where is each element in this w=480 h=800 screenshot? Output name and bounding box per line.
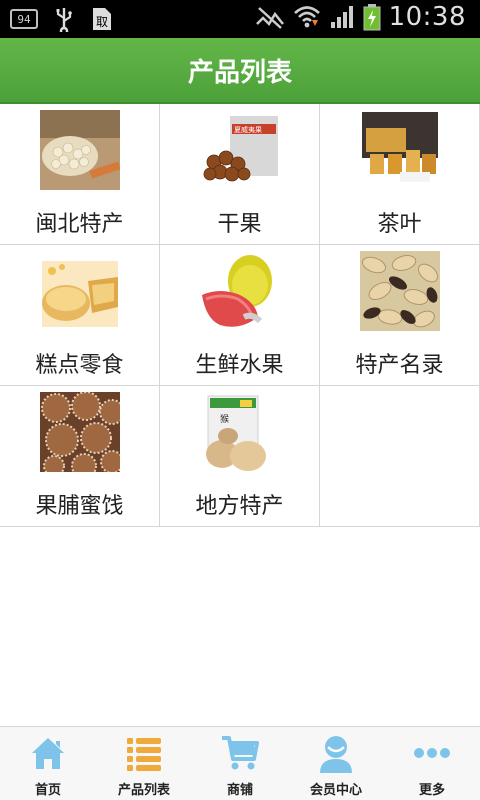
nav-item-product-list[interactable]: 产品列表 <box>96 727 192 800</box>
product-label: 干果 <box>217 212 262 237</box>
bottom-nav: 首页 产品列表 商铺 会员中心 更多 <box>0 726 480 800</box>
lotus-seeds-image <box>39 110 120 190</box>
nav-item-more[interactable]: 更多 <box>384 727 480 800</box>
product-item-directory[interactable]: 特产名录 <box>320 245 480 386</box>
no-signal-icon <box>255 7 284 29</box>
nav-label: 首页 <box>34 783 61 798</box>
product-item-pastry[interactable]: 糕点零食 <box>0 245 160 386</box>
product-item-tea[interactable]: 茶叶 <box>320 104 480 245</box>
product-label: 闽北特产 <box>35 212 124 237</box>
peanuts-image <box>359 251 440 331</box>
svg-text:取: 取 <box>96 15 108 29</box>
product-label: 特产名录 <box>355 353 444 378</box>
clock: 10:38 <box>388 2 466 32</box>
product-label: 生鲜水果 <box>195 353 284 378</box>
sim-icon: 取 <box>93 8 111 30</box>
product-label: 糕点零食 <box>35 353 124 378</box>
nav-label: 商铺 <box>226 783 253 798</box>
product-label: 地方特产 <box>195 494 284 519</box>
notification-badge-icon: 94 <box>10 9 38 29</box>
product-item-fruit[interactable]: 生鲜水果 <box>160 245 320 386</box>
product-item-dried-fruit[interactable]: 果脯蜜饯 <box>0 386 160 527</box>
nav-label: 更多 <box>418 783 445 798</box>
list-icon <box>127 738 161 771</box>
title-bar: 产品列表 <box>0 38 480 104</box>
pomelo-fruit-image <box>199 251 280 331</box>
product-item-minbei[interactable]: 闽北特产 <box>0 104 160 245</box>
grid-empty-cell <box>320 386 480 527</box>
pastry-cakes-image <box>39 251 120 331</box>
cart-icon <box>222 736 259 770</box>
product-item-local[interactable]: 猴 地方特产 <box>160 386 320 527</box>
product-grid: 闽北特产 夏威夷果 干果 茶叶 糕点零食 生鲜水果 特产名录 果脯蜜饯 猴 地方… <box>0 104 480 527</box>
status-bar: 94 取 10:38 <box>0 0 480 38</box>
wifi-icon <box>293 6 320 28</box>
nav-item-shop[interactable]: 商铺 <box>192 727 288 800</box>
nav-label: 会员中心 <box>309 783 362 798</box>
mushroom-pack-image: 猴 <box>199 392 280 472</box>
user-icon <box>320 736 352 773</box>
usb-icon <box>56 8 72 32</box>
nav-item-member-center[interactable]: 会员中心 <box>288 727 384 800</box>
battery-charging-icon <box>363 4 381 31</box>
svg-text:夏威夷果: 夏威夷果 <box>234 125 262 134</box>
more-icon <box>414 748 450 758</box>
macadamia-nuts-image: 夏威夷果 <box>199 110 280 190</box>
nav-item-home[interactable]: 首页 <box>0 727 96 800</box>
signal-icon <box>330 6 353 28</box>
tea-gift-box-image <box>359 110 440 190</box>
svg-text:猴: 猴 <box>220 413 229 425</box>
product-label: 果脯蜜饯 <box>35 494 124 519</box>
product-item-nuts[interactable]: 夏威夷果 干果 <box>160 104 320 245</box>
home-icon <box>32 738 64 769</box>
nav-label: 产品列表 <box>117 783 170 798</box>
page-title: 产品列表 <box>187 57 292 88</box>
dried-fruit-image <box>39 392 120 472</box>
product-label: 茶叶 <box>377 212 422 237</box>
